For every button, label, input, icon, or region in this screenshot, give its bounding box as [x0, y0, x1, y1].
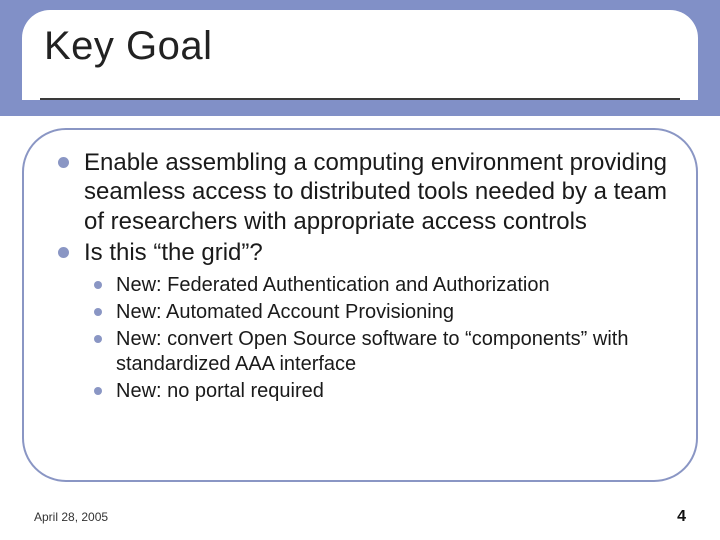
page-number: 4: [677, 508, 686, 526]
sub-bullet-text: New: no portal required: [116, 380, 324, 402]
sub-bullet-list: New: Federated Authentication and Author…: [94, 273, 668, 404]
title-plate: Key Goal: [22, 10, 698, 100]
sub-bullet-item: New: Federated Authentication and Author…: [94, 273, 668, 298]
content-bubble: Enable assembling a computing environmen…: [22, 128, 698, 482]
sub-bullet-item: New: convert Open Source software to “co…: [94, 327, 668, 377]
footer-date: April 28, 2005: [34, 510, 108, 524]
sub-bullet-text: New: convert Open Source software to “co…: [116, 328, 628, 375]
bullet-text: Is this “the grid”?: [84, 239, 263, 266]
sub-bullet-item: New: Automated Account Provisioning: [94, 300, 668, 325]
slide-title: Key Goal: [44, 24, 676, 69]
slide: Key Goal Enable assembling a computing e…: [0, 0, 720, 540]
bullet-text: Enable assembling a computing environmen…: [84, 149, 667, 235]
sub-bullet-text: New: Federated Authentication and Author…: [116, 274, 550, 296]
sub-bullet-text: New: Automated Account Provisioning: [116, 301, 454, 323]
bullet-item: Enable assembling a computing environmen…: [58, 148, 668, 236]
title-underline: [40, 98, 680, 100]
footer: April 28, 2005 4: [34, 508, 686, 526]
bullet-list: Enable assembling a computing environmen…: [58, 148, 668, 267]
bullet-item: Is this “the grid”?: [58, 238, 668, 267]
sub-bullet-item: New: no portal required: [94, 379, 668, 404]
